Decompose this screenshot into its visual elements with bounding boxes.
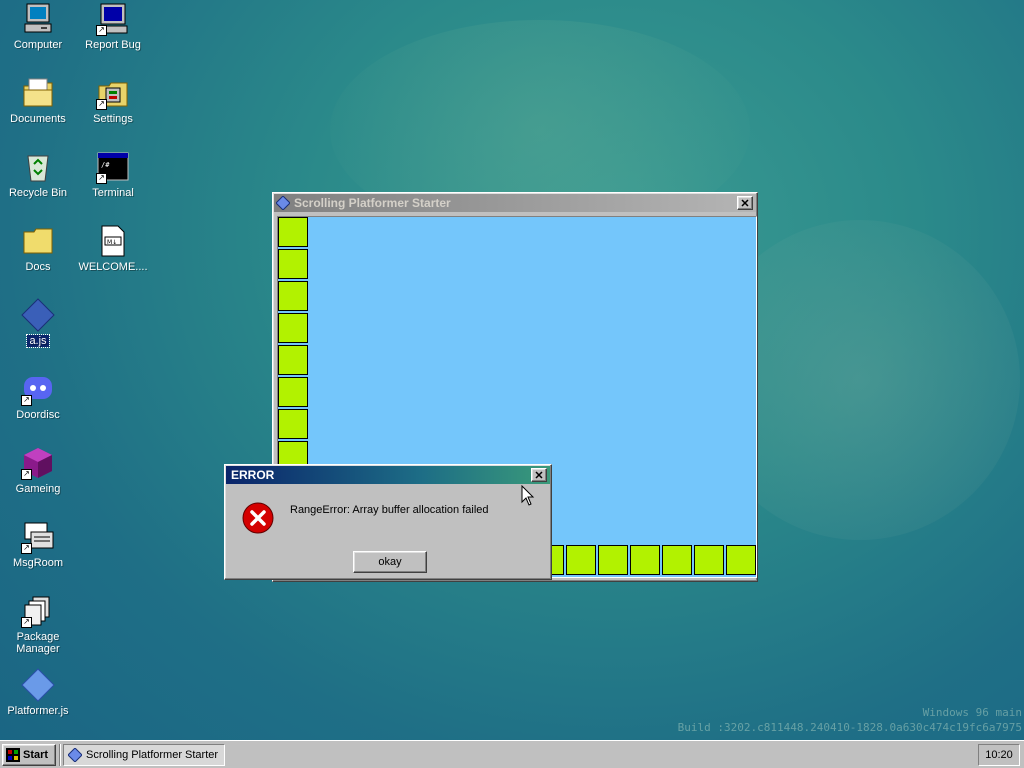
svg-text:M↓: M↓: [107, 239, 117, 246]
platform-tile: [278, 217, 308, 247]
js-file-icon: [21, 668, 55, 702]
shortcut-arrow-icon: ↗: [96, 25, 107, 36]
clock[interactable]: 10:20: [985, 749, 1013, 761]
shortcut-arrow-icon: ↗: [21, 543, 32, 554]
desktop-icon-label: Computer: [13, 39, 63, 51]
msgroom-icon: ↗: [21, 520, 55, 554]
window-app-icon: [275, 195, 291, 211]
desktop-icon-report-bug[interactable]: ↗ Report Bug: [77, 2, 149, 51]
error-message: RangeError: Array buffer allocation fail…: [290, 504, 489, 516]
close-icon: ✕: [740, 197, 750, 210]
platform-tile: [726, 545, 756, 575]
platform-tile: [694, 545, 724, 575]
platform-tile: [278, 377, 308, 407]
okay-button[interactable]: okay: [353, 551, 427, 573]
shortcut-arrow-icon: ↗: [96, 99, 107, 110]
desktop-icon-doordisc[interactable]: ↗ Doordisc: [2, 372, 74, 421]
task-app-icon: [67, 747, 83, 763]
shortcut-arrow-icon: ↗: [21, 617, 32, 628]
platform-tile: [630, 545, 660, 575]
start-logo-icon: [6, 748, 20, 762]
desktop-icon-recycle-bin[interactable]: Recycle Bin: [2, 150, 74, 199]
platform-tile: [662, 545, 692, 575]
terminal-icon: /# ↗: [96, 150, 130, 184]
desktop-icon-a-js[interactable]: a.js: [2, 298, 74, 348]
desktop-icon-label: Documents: [10, 113, 66, 125]
desktop-icon-label: WELCOME....: [78, 261, 148, 273]
platform-tile: [278, 249, 308, 279]
error-dialog-title: ERROR: [231, 468, 275, 482]
desktop-icon-label: Terminal: [92, 187, 134, 199]
package-manager-icon: ↗: [21, 594, 55, 628]
game-window-title: Scrolling Platformer Starter: [294, 196, 451, 210]
desktop-icon-documents[interactable]: Documents: [2, 76, 74, 125]
desktop-icon-terminal[interactable]: /# ↗ Terminal: [77, 150, 149, 199]
docs-folder-icon: [21, 224, 55, 258]
shortcut-arrow-icon: ↗: [96, 173, 107, 184]
okay-button-label: okay: [378, 556, 402, 568]
desktop-icon-platformer-js[interactable]: Platformer.js: [2, 668, 74, 717]
platform-tile: [278, 313, 308, 343]
desktop-icon-label: Recycle Bin: [8, 187, 68, 199]
js-file-icon: [21, 298, 55, 332]
task-label: Scrolling Platformer Starter: [86, 749, 219, 761]
taskbar-task-scrolling-platformer[interactable]: Scrolling Platformer Starter: [63, 744, 225, 766]
platform-tile: [598, 545, 628, 575]
build-watermark-line1: Windows 96 main: [922, 706, 1022, 719]
desktop-icon-label: Package Manager: [16, 631, 60, 655]
platform-tile: [566, 545, 596, 575]
system-tray: 10:20: [978, 744, 1020, 766]
platform-tile: [278, 345, 308, 375]
desktop-icon-label: a.js: [26, 334, 50, 348]
shortcut-arrow-icon: ↗: [21, 469, 32, 480]
desktop-icon-welcome[interactable]: M↓ WELCOME....: [77, 224, 149, 273]
markdown-file-icon: M↓: [96, 224, 130, 258]
game-window-close-button[interactable]: ✕: [737, 196, 753, 210]
desktop-icon-package-manager[interactable]: ↗ Package Manager: [2, 594, 74, 655]
desktop-icon-label: Doordisc: [16, 409, 60, 421]
report-bug-icon: ↗: [96, 2, 130, 36]
build-watermark-line2: Build :3202.c811448.240410-1828.0a630c47…: [677, 721, 1022, 734]
computer-icon: [21, 2, 55, 36]
desktop-icon-label: Settings: [93, 113, 133, 125]
start-label: Start: [23, 749, 49, 761]
desktop-icon-docs[interactable]: Docs: [2, 224, 74, 273]
documents-folder-icon: [21, 76, 55, 110]
taskbar: Start Scrolling Platformer Starter 10:20: [0, 740, 1024, 768]
settings-icon: ↗: [96, 76, 130, 110]
desktop-icon-label: Platformer.js: [7, 705, 69, 717]
desktop-icon-label: MsgRoom: [12, 557, 64, 569]
desktop-icon-label: Report Bug: [85, 39, 141, 51]
taskbar-divider: [59, 744, 61, 766]
desktop-icon-label: Docs: [25, 261, 51, 273]
desktop-icon-label: Gameing: [15, 483, 61, 495]
error-dialog-close-button[interactable]: ✕: [531, 468, 547, 482]
desktop-icon-computer[interactable]: Computer: [2, 2, 74, 51]
gameing-icon: ↗: [21, 446, 55, 480]
mouse-cursor-icon: [521, 484, 535, 507]
desktop-icon-settings[interactable]: ↗ Settings: [77, 76, 149, 125]
recycle-bin-icon: [21, 150, 55, 184]
desktop-icon-gameing[interactable]: ↗ Gameing: [2, 446, 74, 495]
doordisc-icon: ↗: [21, 372, 55, 406]
start-button[interactable]: Start: [2, 744, 56, 766]
platform-tile: [278, 409, 308, 439]
desktop-icon-msgroom[interactable]: ↗ MsgRoom: [2, 520, 74, 569]
shortcut-arrow-icon: ↗: [21, 395, 32, 406]
game-window-titlebar[interactable]: Scrolling Platformer Starter ✕: [274, 194, 756, 212]
error-icon: [241, 501, 275, 535]
error-dialog-titlebar[interactable]: ERROR ✕: [226, 466, 550, 484]
error-dialog[interactable]: ERROR ✕ RangeError: Array buffer allocat…: [224, 464, 552, 580]
close-icon: ✕: [534, 469, 544, 482]
platform-tile: [278, 281, 308, 311]
svg-text:/#: /#: [101, 161, 110, 169]
